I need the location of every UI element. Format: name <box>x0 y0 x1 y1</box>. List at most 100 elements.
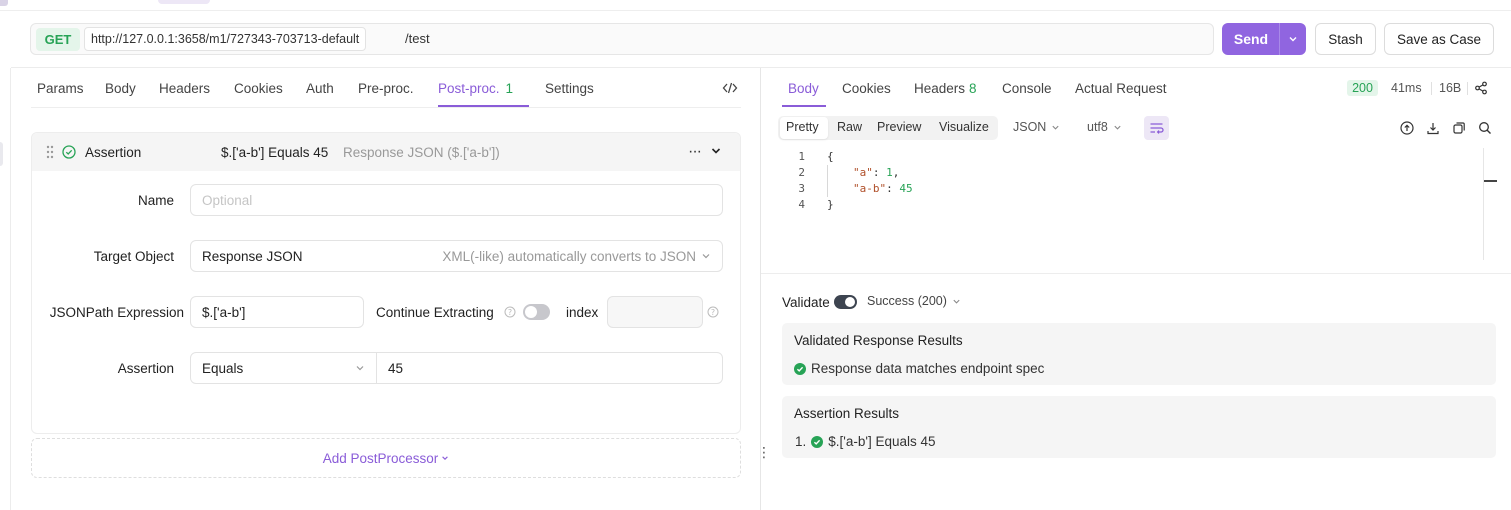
wrap-lines-icon <box>1150 123 1164 134</box>
stash-button[interactable]: Stash <box>1315 23 1376 55</box>
code-text: { <box>827 150 834 163</box>
tab-label: Actual Request <box>1075 81 1167 96</box>
success-check-icon <box>811 435 824 448</box>
chevron-down-icon <box>702 254 710 259</box>
response-tab-cookies[interactable]: Cookies <box>842 81 891 96</box>
search-icon[interactable] <box>1478 121 1492 135</box>
code-icon[interactable] <box>722 80 738 96</box>
expected-value-input[interactable]: 45 <box>376 352 723 384</box>
chevron-down-icon <box>1114 125 1121 130</box>
toggle-knob <box>525 306 537 318</box>
name-field[interactable]: Optional <box>190 184 723 216</box>
json-value: 1 <box>886 166 893 179</box>
add-postprocessor-label: Add PostProcessor <box>322 450 439 466</box>
add-postprocessor-button[interactable]: Add PostProcessor <box>31 438 741 478</box>
save-as-case-button[interactable]: Save as Case <box>1384 23 1494 55</box>
scrollbar-thumb[interactable] <box>1484 180 1497 182</box>
path-input[interactable]: /test <box>405 31 430 46</box>
splitter-handle-icon[interactable]: ⋮ <box>757 445 771 464</box>
view-mode-visualize[interactable]: Visualize <box>939 120 989 134</box>
expected-value: 45 <box>388 360 404 376</box>
download-icon[interactable] <box>1426 121 1440 135</box>
view-mode-preview[interactable]: Preview <box>877 120 921 134</box>
response-divider <box>761 273 1511 274</box>
assertion-summary: $.['a-b'] Equals 45 <box>221 145 329 160</box>
top-strip <box>0 0 1511 11</box>
index-label: index <box>566 305 599 320</box>
left-border <box>10 68 11 510</box>
chevron-down-icon <box>1052 125 1059 130</box>
help-icon[interactable]: ? <box>707 306 719 318</box>
send-button[interactable]: Send <box>1222 23 1280 55</box>
line-number: 1 <box>798 150 805 163</box>
collapse-chevron-icon[interactable] <box>710 145 722 157</box>
operator-select[interactable]: Equals <box>190 352 377 384</box>
base-url-chip[interactable]: http://127.0.0.1:3658/m1/727343-703713-d… <box>84 27 367 51</box>
status-code-value: Success (200) <box>867 294 947 308</box>
upload-icon[interactable] <box>1400 121 1414 135</box>
response-size: 16B <box>1439 81 1462 95</box>
header-divider <box>11 67 1511 68</box>
tab-settings[interactable]: Settings <box>545 81 594 96</box>
response-tab-actual-request[interactable]: Actual Request <box>1075 81 1167 96</box>
tab-pre-proc[interactable]: Pre-proc. <box>358 81 414 96</box>
copy-icon[interactable] <box>1452 121 1466 135</box>
tab-count-badge: 8 <box>969 81 977 96</box>
active-tab-indicator <box>438 105 529 107</box>
share-icon[interactable] <box>1474 81 1488 95</box>
tab-label: Params <box>37 81 84 96</box>
view-mode-raw[interactable]: Raw <box>837 120 862 134</box>
method-select[interactable]: GET <box>36 28 80 51</box>
svg-text:?: ? <box>508 308 512 317</box>
code-text: "a-b": 45 <box>853 182 913 195</box>
tab-params[interactable]: Params <box>37 81 84 96</box>
left-collapse-handle[interactable] <box>0 142 3 166</box>
encoding-select[interactable]: utf8 <box>1087 120 1122 134</box>
line-number: 2 <box>798 166 805 179</box>
tab-headers[interactable]: Headers <box>159 81 210 96</box>
tab-label: Cookies <box>234 81 283 96</box>
index-input[interactable] <box>607 296 703 328</box>
tab-auth[interactable]: Auth <box>306 81 334 96</box>
validated-results-title: Validated Response Results <box>794 333 963 348</box>
tab-label: Headers <box>159 81 211 96</box>
assertion-label: Assertion <box>117 361 174 376</box>
more-icon[interactable]: ··· <box>688 143 702 161</box>
line-number: 4 <box>798 198 805 211</box>
assertion-result-index: 1. <box>795 434 807 449</box>
tab-cookies[interactable]: Cookies <box>234 81 283 96</box>
success-check-icon <box>794 362 806 375</box>
tab-body[interactable]: Body <box>105 81 136 96</box>
json-trail: , <box>892 166 900 179</box>
target-object-select[interactable]: Response JSON XML(-like) automatically c… <box>190 240 723 272</box>
tab-label: Pre-proc. <box>358 81 414 96</box>
tab-label: Post-proc. <box>438 81 500 96</box>
format-select[interactable]: JSON <box>1013 120 1060 134</box>
target-object-value: Response JSON <box>202 248 303 264</box>
response-tab-body[interactable]: Body <box>788 81 819 96</box>
help-icon[interactable]: ? <box>504 306 516 318</box>
name-placeholder: Optional <box>202 192 253 208</box>
view-mode-pretty[interactable]: Pretty <box>786 120 819 134</box>
response-tab-headers[interactable]: Headers 8 <box>914 81 977 96</box>
code-scrollbar[interactable] <box>1483 148 1484 260</box>
tab-label: Body <box>105 81 136 96</box>
assertion-title: Assertion <box>85 145 142 160</box>
tab-post-proc[interactable]: Post-proc. 1 <box>438 81 513 96</box>
send-options-button[interactable] <box>1280 23 1306 55</box>
tabs-rule <box>31 107 741 108</box>
status-badge: 200 <box>1347 80 1378 96</box>
check-circle-icon[interactable] <box>62 145 76 159</box>
assertion-result-item: 1. $.['a-b'] Equals 45 <box>795 434 936 449</box>
drag-grip-icon[interactable] <box>45 144 55 160</box>
jsonpath-input[interactable]: $.['a-b'] <box>190 296 364 328</box>
status-code-select[interactable]: Success (200) <box>867 294 961 308</box>
validated-results-message: Response data matches endpoint spec <box>794 361 1044 376</box>
word-wrap-button[interactable] <box>1144 116 1169 140</box>
response-body-viewer[interactable]: 1 { 2 "a": 1, 3 "a-b": 45 4 } <box>777 146 1497 264</box>
response-tab-console[interactable]: Console <box>1002 81 1052 96</box>
code-text: } <box>827 198 834 211</box>
chevron-down-icon <box>1289 37 1297 42</box>
top-tab-edge <box>158 0 210 4</box>
format-value: JSON <box>1013 120 1047 134</box>
